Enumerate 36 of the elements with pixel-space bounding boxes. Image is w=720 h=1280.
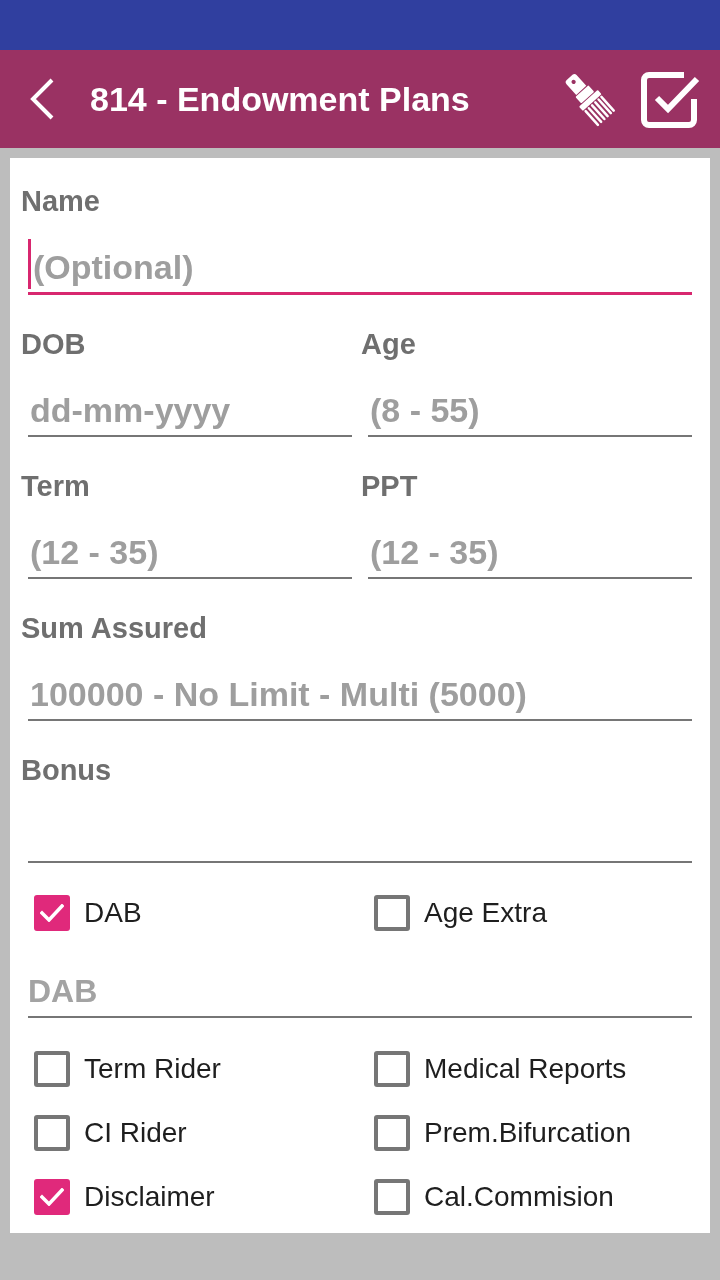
checkbox-label[interactable]: Disclaimer (84, 1180, 215, 1214)
checkbox-label[interactable]: Cal.Commision (424, 1180, 614, 1214)
checkbox-label[interactable]: Prem.Bifurcation (424, 1116, 631, 1150)
field-label: DOB (21, 327, 86, 362)
app-title: 814 - Endowment Plans (90, 79, 471, 119)
field-label: Term (21, 469, 90, 504)
input-field[interactable]: (12 - 35) (368, 527, 692, 579)
checkbox[interactable] (34, 1115, 70, 1151)
field-label: Name (21, 184, 100, 219)
field-label: Bonus (21, 753, 112, 788)
input-field[interactable]: (12 - 35) (28, 527, 352, 579)
input-field[interactable]: (8 - 55) (368, 385, 692, 437)
input-field[interactable]: DAB (28, 966, 692, 1018)
field-label: PPT (361, 469, 418, 504)
checkbox[interactable] (34, 1051, 70, 1087)
cursor-icon (28, 239, 31, 289)
checkbox[interactable] (34, 1179, 70, 1215)
input-field[interactable]: dd-mm-yyyy (28, 385, 352, 437)
input-field[interactable]: (Optional) (28, 242, 692, 295)
field-label: Sum Assured (21, 611, 207, 646)
back-icon[interactable] (30, 78, 55, 120)
checkbox-label[interactable]: DAB (84, 896, 142, 930)
checkmark-icon (40, 1188, 64, 1206)
check-square-icon[interactable] (640, 69, 700, 129)
checkbox[interactable] (374, 1179, 410, 1215)
checkbox[interactable] (374, 1115, 410, 1151)
checkbox[interactable] (374, 895, 410, 931)
checkbox[interactable] (374, 1051, 410, 1087)
input-field[interactable]: 100000 - No Limit - Multi (5000) (28, 669, 692, 721)
checkbox-label[interactable]: Term Rider (84, 1052, 221, 1086)
checkmark-icon (40, 904, 64, 922)
checkbox-label[interactable]: Age Extra (424, 896, 547, 930)
field-label: Age (361, 327, 416, 362)
checkbox[interactable] (34, 895, 70, 931)
checkbox-label[interactable]: CI Rider (84, 1116, 187, 1150)
checkbox-label[interactable]: Medical Reports (424, 1052, 627, 1086)
